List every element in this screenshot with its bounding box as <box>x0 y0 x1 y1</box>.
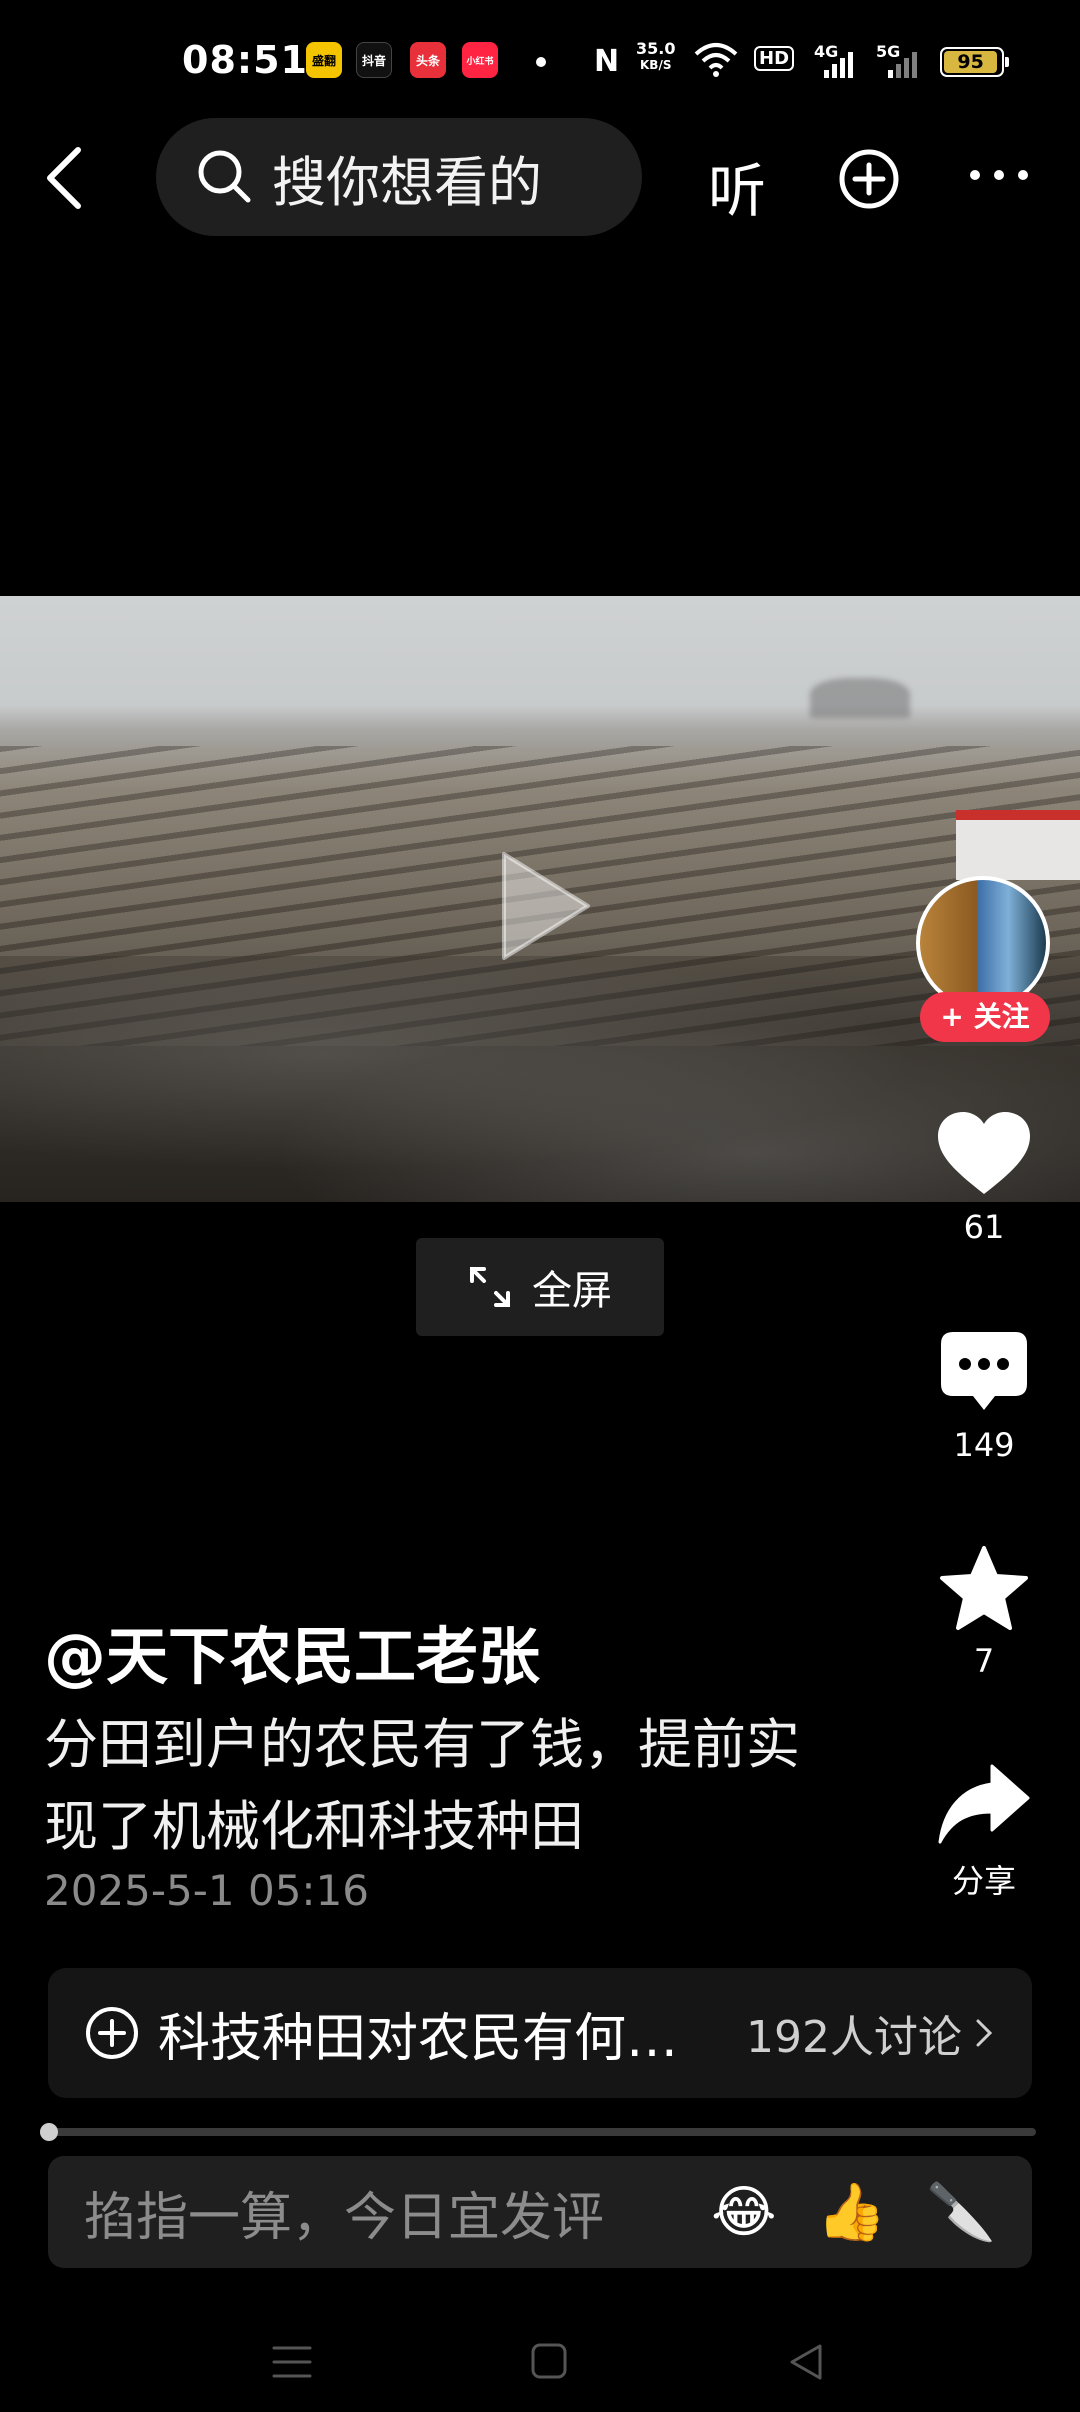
nfc-icon: N <box>594 44 620 79</box>
like-button[interactable]: 61 <box>914 1110 1054 1246</box>
favorite-count: 7 <box>973 1642 995 1680</box>
favorite-button[interactable]: 7 <box>914 1544 1054 1680</box>
post-date: 2025-5-1 05:16 <box>44 1866 370 1915</box>
add-topic-icon <box>86 2007 138 2059</box>
expand-icon <box>470 1267 510 1307</box>
net-speed-unit: KB/S <box>640 58 672 72</box>
net-speed: 35.0 KB/S <box>636 40 675 74</box>
signal-bars-2 <box>888 50 917 78</box>
progress-knob[interactable] <box>40 2123 58 2141</box>
comment-icon <box>941 1332 1027 1410</box>
star-icon <box>940 1546 1028 1630</box>
battery-icon: 95 <box>940 47 1009 77</box>
video-trees <box>810 678 910 718</box>
video-progress-bar[interactable] <box>40 2123 1036 2141</box>
listen-button[interactable]: 听 <box>708 144 766 228</box>
share-icon <box>938 1764 1030 1844</box>
fullscreen-button[interactable]: 全屏 <box>416 1238 664 1336</box>
share-button[interactable]: 分享 <box>914 1762 1054 1902</box>
hd-voice-icon: HD <box>754 46 795 71</box>
comment-placeholder: 掐指一算，今日宜发评 <box>84 2187 605 2248</box>
app-badge-4: 小红书 <box>462 42 498 78</box>
signal-bars-1 <box>824 50 853 78</box>
menu-icon[interactable] <box>272 2344 312 2380</box>
notification-dot <box>536 57 546 67</box>
thumbs-up-emoji-button[interactable]: 👍 <box>817 2179 887 2245</box>
status-bar: 08:51 盛翻 抖音 头条 小红书 N 35.0 KB/S HD 4G 5G … <box>0 0 1080 120</box>
app-badge-3: 头条 <box>410 42 446 78</box>
chevron-right-icon <box>976 2019 993 2047</box>
app-badge-1: 盛翻 <box>306 42 342 78</box>
net-speed-value: 35.0 <box>636 39 676 58</box>
author-avatar-group[interactable]: + 关注 <box>916 876 1054 1046</box>
back-icon[interactable] <box>42 146 90 210</box>
avatar[interactable] <box>916 876 1050 1010</box>
author-name[interactable]: @天下农民工老张 <box>44 1606 540 1696</box>
add-icon[interactable] <box>838 148 900 210</box>
fullscreen-label: 全屏 <box>532 1268 612 1314</box>
comment-button[interactable]: 149 <box>914 1330 1054 1464</box>
topic-title: 科技种田对农民有何… <box>158 2008 679 2069</box>
topic-count: 192人讨论 <box>746 2012 962 2063</box>
status-time: 08:51 <box>182 38 308 82</box>
home-icon[interactable] <box>530 2342 568 2380</box>
heart-icon <box>938 1112 1030 1194</box>
back-nav-icon[interactable] <box>788 2342 824 2382</box>
comment-input[interactable]: 掐指一算，今日宜发评 😂 👍 🔪 <box>48 2156 1032 2268</box>
share-label: 分享 <box>951 1862 1016 1900</box>
video-planter <box>956 810 1080 880</box>
system-nav-bar <box>0 2300 1080 2412</box>
knife-emoji-button[interactable]: 🔪 <box>926 2179 996 2245</box>
play-icon[interactable] <box>496 846 596 966</box>
post-description: 分田到户的农民有了钱，提前实现了机械化和科技种田 <box>44 1713 800 1858</box>
comment-count: 149 <box>953 1426 1015 1464</box>
search-icon <box>198 150 251 203</box>
more-icon[interactable] <box>970 170 1028 180</box>
wifi-icon <box>694 43 738 77</box>
search-placeholder: 搜你想看的 <box>272 150 542 214</box>
follow-button[interactable]: + 关注 <box>920 992 1050 1042</box>
battery-level: 95 <box>944 51 998 73</box>
app-badge-2: 抖音 <box>356 42 392 78</box>
search-bar[interactable]: 搜你想看的 <box>156 118 642 236</box>
topic-bar[interactable]: 科技种田对农民有何… 192人讨论 <box>48 1968 1032 2098</box>
like-count: 61 <box>963 1208 1005 1246</box>
laugh-emoji-button[interactable]: 😂 <box>711 2180 776 2245</box>
